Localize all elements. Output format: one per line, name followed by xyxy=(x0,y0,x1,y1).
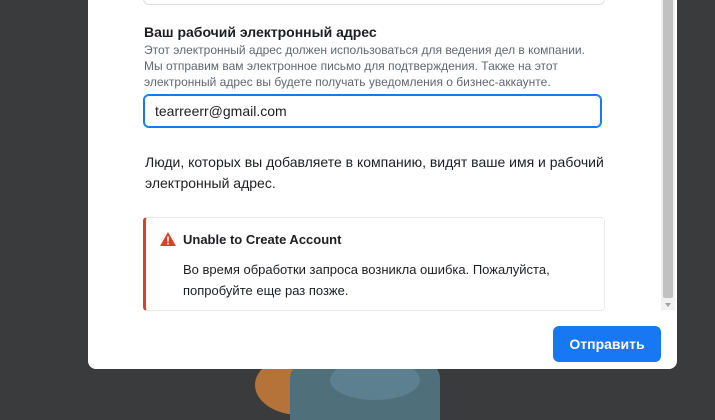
scrollbar-thumb[interactable] xyxy=(663,0,673,298)
work-email-label: Ваш рабочий электронный адрес xyxy=(144,24,377,40)
warning-triangle-icon xyxy=(160,232,176,246)
error-message: Во время обработки запроса возникла ошиб… xyxy=(183,262,550,298)
dialog-scroll-area[interactable]: Ваш рабочий электронный адрес Этот элект… xyxy=(88,0,677,369)
submit-button[interactable]: Отправить xyxy=(553,326,661,362)
scroll-down-arrow-icon[interactable] xyxy=(665,303,671,307)
error-notice: Unable to Create Account Во время обрабо… xyxy=(143,217,605,311)
work-email-input[interactable] xyxy=(143,94,602,128)
visibility-note: Люди, которых вы добавляете в компанию, … xyxy=(145,154,604,191)
create-account-dialog: Ваш рабочий электронный адрес Этот элект… xyxy=(88,0,677,369)
error-title: Unable to Create Account xyxy=(183,232,342,247)
work-email-help-text: Этот электронный адрес должен использова… xyxy=(144,43,585,89)
previous-input-field[interactable] xyxy=(143,0,605,5)
